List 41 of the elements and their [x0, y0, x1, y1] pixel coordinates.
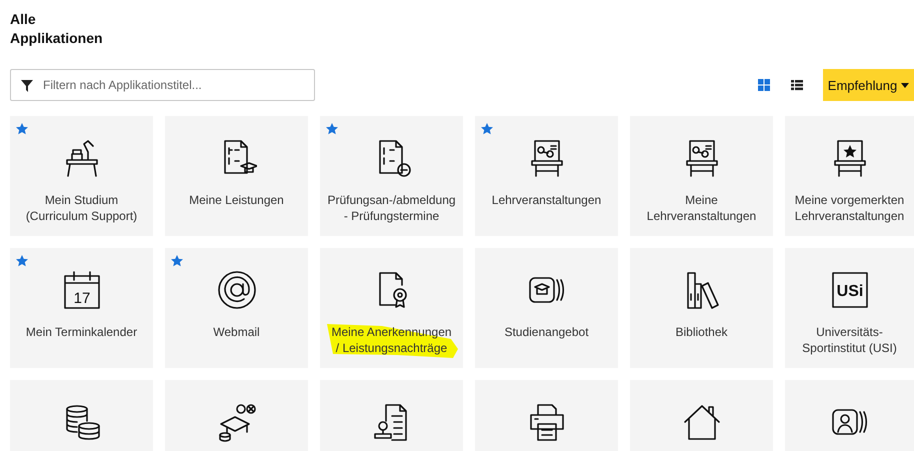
tile-label: Lehrveranstaltungen [646, 208, 756, 224]
tile-label: Webmail [213, 324, 260, 340]
tile-label: Universitäts- [816, 324, 883, 340]
page-title: Alle [10, 10, 36, 29]
tile-label: Meine [685, 192, 718, 208]
page-title: Applikationen [10, 29, 103, 48]
tile-label: Lehrveranstaltungen [492, 192, 602, 208]
app-tile[interactable]: USi Universitäts- Sportinstitut (USI) [785, 248, 914, 368]
tile-label: Mein Terminkalender [26, 324, 138, 340]
app-tile[interactable]: Webmail [165, 248, 308, 368]
app-tile[interactable]: Prüfungsan-/abmeldung - Prüfungstermine [320, 116, 463, 236]
tile-label: Prüfungsan-/abmeldung [327, 192, 456, 208]
grid-view-button[interactable] [757, 78, 771, 92]
app-tile[interactable]: Lehrveranstaltungen [475, 116, 618, 236]
app-tile[interactable]: Meine Lehrveranstaltungen [630, 116, 773, 236]
mortarboard-coins-icon [216, 402, 256, 442]
tile-label: Studienangebot [504, 324, 589, 340]
house-icon [682, 402, 722, 442]
tile-label: Sportinstitut (USI) [802, 340, 897, 356]
tile-label: / Leistungsnachträge [336, 340, 448, 356]
tile-label: Lehrveranstaltungen [794, 208, 904, 224]
caret-icon [901, 82, 910, 88]
tile-label: Meine Leistungen [189, 192, 284, 208]
app-tile[interactable]: Meine vorgemerkten Lehrveranstaltungen [785, 116, 914, 236]
tile-label: Bibliothek [675, 324, 728, 340]
calendar-date: 17 [73, 290, 90, 307]
sort-dropdown-button[interactable]: Empfehlung [823, 69, 914, 101]
tile-label: - Prüfungstermine [344, 208, 440, 224]
app-tile[interactable]: 17 Mein Terminkalender [10, 248, 153, 368]
tile-label: (Curriculum Support) [26, 208, 138, 224]
tile-label: Meine vorgemerkten [794, 192, 904, 208]
logo-text: USi [836, 283, 863, 300]
app-tile[interactable]: Studienangebot [475, 248, 618, 368]
at-sign-icon [216, 270, 256, 310]
app-tile[interactable]: Meine Leistungen [165, 116, 308, 236]
list-view-button[interactable] [790, 78, 804, 92]
tile-label: Mein Studium [44, 192, 118, 208]
filter-icon [21, 80, 33, 92]
filter-field[interactable]: Filtern nach Applikationstitel... [10, 69, 315, 101]
app-tile[interactable]: Bibliothek [630, 248, 773, 368]
app-tile[interactable]: Mein Studium (Curriculum Support) [10, 116, 153, 236]
